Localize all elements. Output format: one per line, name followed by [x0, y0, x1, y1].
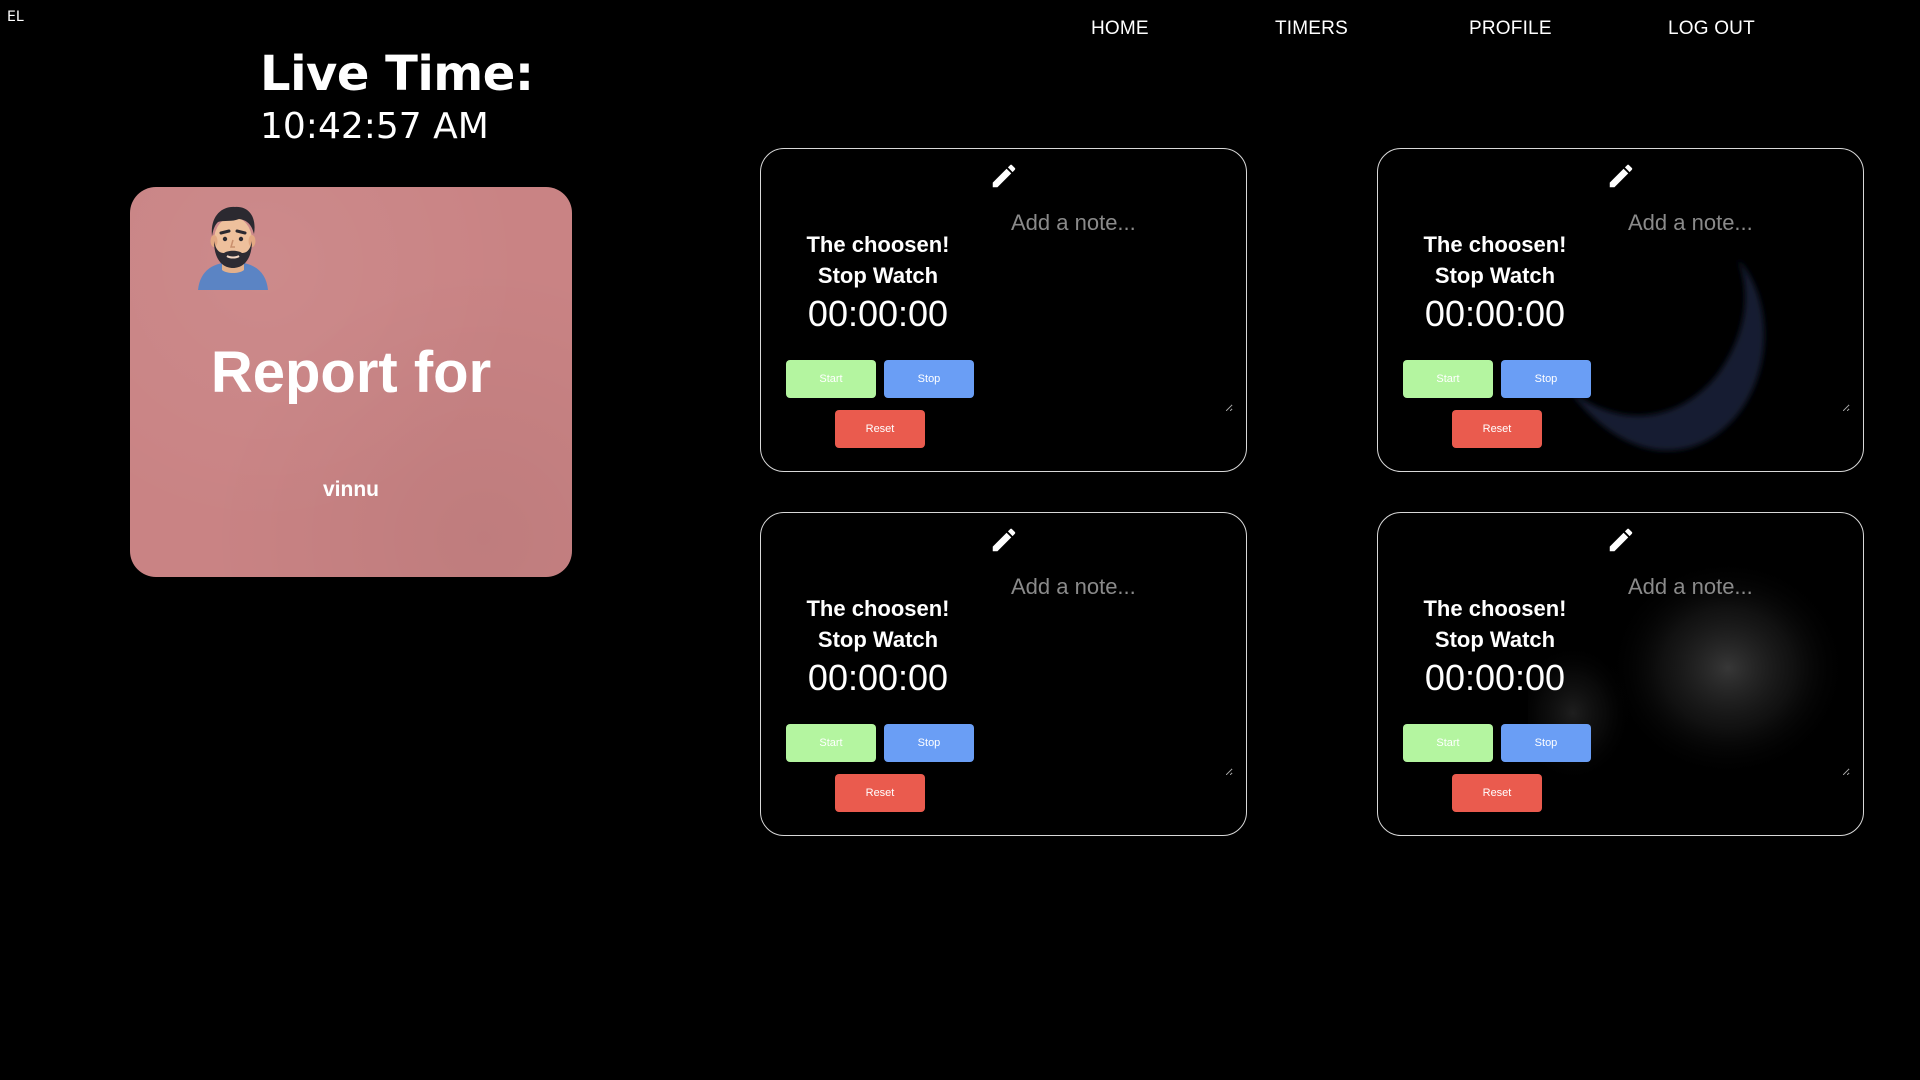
stopwatch-title-line2: Stop Watch — [1434, 627, 1556, 652]
stopwatch-card: The choosen! Stop Watch 00:00:00 Start S… — [1377, 148, 1864, 472]
top-nav: HOME TIMERS PROFILE LOG OUT — [0, 18, 1920, 42]
stopwatch-title-line2: Stop Watch — [817, 627, 939, 652]
nav-timers[interactable]: TIMERS — [1275, 18, 1348, 40]
stopwatch-display: 00:00:00 — [807, 293, 949, 334]
reset-button[interactable]: Reset — [835, 410, 925, 448]
note-textarea[interactable] — [1001, 568, 1233, 776]
pencil-icon[interactable] — [1606, 525, 1636, 555]
stop-button[interactable]: Stop — [884, 360, 974, 398]
note-textarea[interactable] — [1001, 204, 1233, 412]
stopwatch-card: The choosen! Stop Watch 00:00:00 Start S… — [1377, 512, 1864, 836]
pencil-icon[interactable] — [989, 525, 1019, 555]
reset-button[interactable]: Reset — [1452, 410, 1542, 448]
stop-button[interactable]: Stop — [1501, 724, 1591, 762]
stopwatch-title: The choosen! Stop Watch — [783, 229, 973, 291]
stop-button[interactable]: Stop — [884, 724, 974, 762]
note-textarea[interactable] — [1618, 204, 1850, 412]
stopwatch-title-line2: Stop Watch — [817, 263, 939, 288]
stopwatch-card: The choosen! Stop Watch 00:00:00 Start S… — [760, 148, 1247, 472]
start-button[interactable]: Start — [1403, 360, 1493, 398]
stopwatch-title-line1: The choosen! — [1423, 232, 1567, 257]
start-button[interactable]: Start — [786, 724, 876, 762]
stopwatch-title-line2: Stop Watch — [1434, 263, 1556, 288]
live-time-heading: Live Time: — [260, 46, 534, 102]
start-button[interactable]: Start — [1403, 724, 1493, 762]
stopwatch-display: 00:00:00 — [1424, 657, 1566, 698]
report-username: vinnu — [323, 478, 379, 501]
stopwatch-title-line1: The choosen! — [1423, 596, 1567, 621]
reset-button[interactable]: Reset — [835, 774, 925, 812]
report-title: Report for — [210, 340, 492, 405]
nav-profile[interactable]: PROFILE — [1469, 18, 1552, 40]
stopwatch-display: 00:00:00 — [807, 657, 949, 698]
nav-log-out[interactable]: LOG OUT — [1668, 18, 1755, 40]
bearded-man-avatar-icon — [198, 206, 268, 290]
stopwatch-title: The choosen! Stop Watch — [1400, 593, 1590, 655]
stopwatch-title-line1: The choosen! — [806, 232, 950, 257]
stop-button[interactable]: Stop — [1501, 360, 1591, 398]
live-time-clock: 10:42:57 AM — [260, 106, 489, 147]
reset-button[interactable]: Reset — [1452, 774, 1542, 812]
stopwatch-card: The choosen! Stop Watch 00:00:00 Start S… — [760, 512, 1247, 836]
start-button[interactable]: Start — [786, 360, 876, 398]
stopwatch-title: The choosen! Stop Watch — [1400, 229, 1590, 291]
nav-home[interactable]: HOME — [1091, 18, 1149, 40]
note-textarea[interactable] — [1618, 568, 1850, 776]
stopwatch-title-line1: The choosen! — [806, 596, 950, 621]
pencil-icon[interactable] — [989, 161, 1019, 191]
pencil-icon[interactable] — [1606, 161, 1636, 191]
stopwatch-display: 00:00:00 — [1424, 293, 1566, 334]
report-card: Report for vinnu — [130, 187, 572, 577]
stopwatch-title: The choosen! Stop Watch — [783, 593, 973, 655]
